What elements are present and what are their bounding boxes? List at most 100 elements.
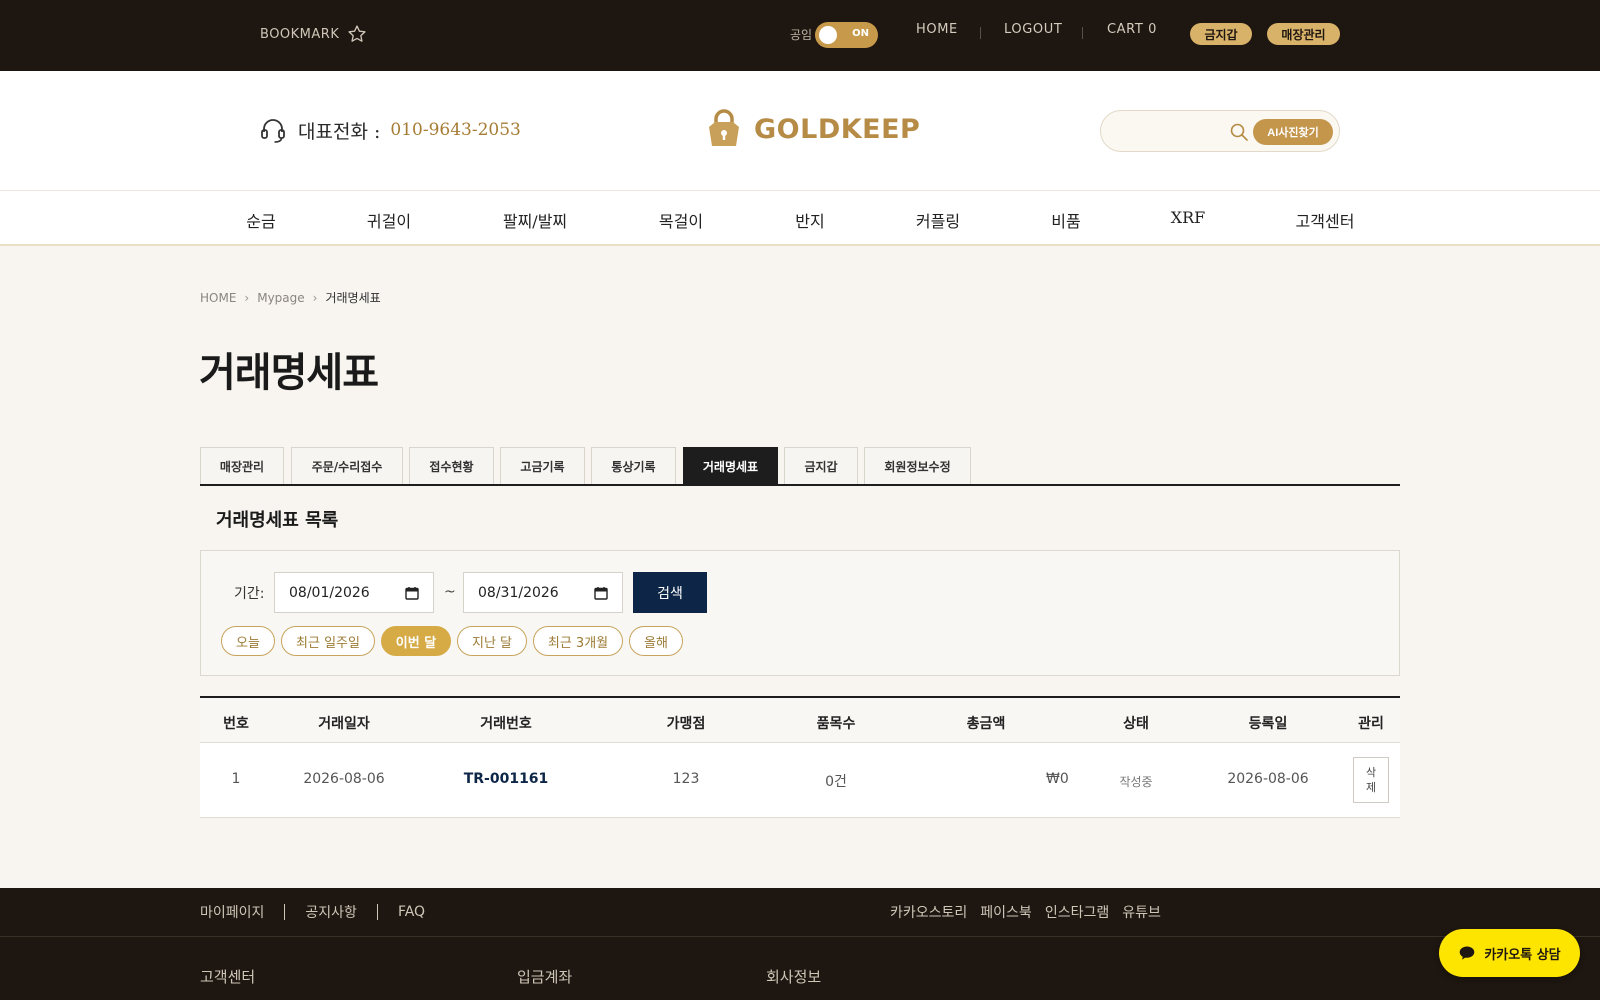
tab-edit-member-info[interactable]: 회원정보수정 <box>864 447 971 484</box>
search-icon[interactable] <box>1229 122 1249 142</box>
labor-toggle[interactable]: ON <box>815 22 878 48</box>
calendar-icon[interactable] <box>594 586 608 600</box>
ai-photo-search-button[interactable]: AI사진찾기 <box>1253 119 1333 145</box>
delete-button[interactable]: 삭제 <box>1353 757 1389 803</box>
social-link-youtube[interactable]: 유튜브 <box>1122 902 1161 922</box>
store-manage-button[interactable]: 매장관리 <box>1267 23 1340 45</box>
nav-item-supplies[interactable]: 비품 <box>1051 208 1080 232</box>
kakao-chat-button[interactable]: 카카오톡 상담 <box>1439 929 1580 977</box>
date-to-input[interactable]: 08/31/2026 <box>463 572 623 613</box>
breadcrumb-mypage[interactable]: Mypage <box>257 291 304 305</box>
tab-order-repair[interactable]: 주문/수리접수 <box>291 447 403 484</box>
cell-registered: 2026-08-06 <box>1227 771 1309 787</box>
date-range-separator: ~ <box>444 584 456 600</box>
phone-info: 대표전화 : 010-9643-2053 <box>258 115 521 145</box>
tab-store-manage[interactable]: 매장관리 <box>200 447 284 484</box>
col-header-tx-no: 거래번호 <box>480 716 532 732</box>
cell-total: ₩0 <box>1046 771 1069 787</box>
phone-label: 대표전화 : <box>298 120 381 143</box>
social-link-kakaostory[interactable]: 카카오스토리 <box>890 902 967 922</box>
search-button[interactable]: 검색 <box>633 572 707 613</box>
footer-heading-bank-account: 입금계좌 <box>517 968 573 986</box>
divider <box>284 904 286 920</box>
footer-heading-company-info: 회사정보 <box>766 968 822 986</box>
col-header-status: 상태 <box>1123 716 1149 732</box>
chevron-right-icon: › <box>312 290 318 305</box>
cell-items: 0건 <box>825 774 847 790</box>
nav-item-earrings[interactable]: 귀걸이 <box>367 208 411 232</box>
breadcrumb-current: 거래명세표 <box>325 291 381 305</box>
divider <box>980 27 981 39</box>
site-logo[interactable]: GOLDKEEP <box>702 107 920 151</box>
tab-general-record[interactable]: 통상기록 <box>591 447 676 484</box>
star-icon <box>348 25 366 42</box>
social-links: 카카오스토리 페이스북 인스타그램 유튜브 <box>890 902 1161 922</box>
cell-status: 작성중 <box>1119 775 1153 789</box>
nav-item-xrf[interactable]: XRF <box>1171 208 1206 227</box>
nav-home-link[interactable]: HOME <box>916 22 958 37</box>
footer-heading-customer-center: 고객센터 <box>200 968 256 986</box>
nav-item-couple-rings[interactable]: 커플링 <box>916 208 960 232</box>
toggle-knob <box>819 26 837 44</box>
bookmark-link[interactable]: BOOKMARK <box>260 24 367 44</box>
range-this-month-chip[interactable]: 이번 달 <box>381 626 451 656</box>
cell-date: 2026-08-06 <box>303 771 385 787</box>
social-link-facebook[interactable]: 페이스북 <box>980 902 1032 922</box>
table-row[interactable]: 1 2026-08-06 TR-001161 123 0건 ₩0 작성중 202… <box>200 743 1400 818</box>
nav-item-bracelets[interactable]: 팔찌/발찌 <box>503 208 567 232</box>
logo-text: GOLDKEEP <box>754 113 921 145</box>
tab-reception-status[interactable]: 접수현황 <box>409 447 494 484</box>
breadcrumb-home[interactable]: HOME <box>200 291 236 305</box>
search-box: AI사진찾기 <box>1100 110 1340 152</box>
footer-divider <box>0 936 1600 937</box>
footer-link-faq[interactable]: FAQ <box>398 904 425 920</box>
toggle-state: ON <box>852 28 869 39</box>
date-filter-panel: 기간: 08/01/2026 ~ 08/31/2026 검색 오늘 최근 일주일… <box>200 550 1400 676</box>
headset-icon <box>261 119 285 143</box>
footer-link-notice[interactable]: 공지사항 <box>305 902 357 922</box>
social-link-instagram[interactable]: 인스타그램 <box>1045 902 1109 922</box>
tab-old-gold-record[interactable]: 고금기록 <box>500 447 585 484</box>
chat-bubble-icon <box>1460 946 1475 960</box>
bookmark-label: BOOKMARK <box>260 26 340 42</box>
page-title: 거래명세표 <box>199 350 379 396</box>
calendar-icon[interactable] <box>405 586 419 600</box>
divider <box>1082 27 1083 39</box>
phone-number: 010-9643-2053 <box>390 120 521 140</box>
divider <box>376 904 378 920</box>
breadcrumb: HOME › Mypage › 거래명세표 <box>200 289 381 306</box>
nav-item-customer-center[interactable]: 고객센터 <box>1296 208 1355 232</box>
search-input[interactable] <box>1115 121 1225 143</box>
period-label: 기간: <box>234 586 265 602</box>
col-header-store: 가맹점 <box>666 716 706 732</box>
range-this-year-chip[interactable]: 올해 <box>629 626 683 656</box>
range-3-months-chip[interactable]: 최근 3개월 <box>533 626 623 656</box>
range-last-month-chip[interactable]: 지난 달 <box>457 626 527 656</box>
lock-bag-logo-icon <box>709 109 739 146</box>
footer-link-mypage[interactable]: 마이페이지 <box>200 902 264 922</box>
site-header: 대표전화 : 010-9643-2053 GOLDKEEP AI사진찾기 <box>0 71 1600 191</box>
col-header-date: 거래일자 <box>318 716 370 732</box>
nav-item-pure-gold[interactable]: 순금 <box>246 208 275 232</box>
nav-logout-link[interactable]: LOGOUT <box>1004 22 1062 37</box>
date-from-input[interactable]: 08/01/2026 <box>274 572 434 613</box>
range-today-chip[interactable]: 오늘 <box>221 626 275 656</box>
nav-cart-link[interactable]: CART 0 <box>1107 22 1157 37</box>
table-header: 번호 거래일자 거래번호 가맹점 품목수 총금액 상태 등록일 관리 <box>200 696 1400 743</box>
gold-wallet-button[interactable]: 금지갑 <box>1190 23 1252 45</box>
nav-item-rings[interactable]: 반지 <box>795 208 824 232</box>
tab-statement[interactable]: 거래명세표 <box>683 447 778 484</box>
date-to-value: 08/31/2026 <box>478 584 559 601</box>
cell-no: 1 <box>231 771 241 787</box>
nav-item-necklaces[interactable]: 목걸이 <box>659 208 703 232</box>
tab-gold-wallet[interactable]: 금지갑 <box>784 447 858 484</box>
col-header-manage: 관리 <box>1358 716 1384 732</box>
range-last-week-chip[interactable]: 최근 일주일 <box>281 626 375 656</box>
date-from-value: 08/01/2026 <box>289 584 370 601</box>
labor-toggle-label: 공임 <box>790 28 813 42</box>
main-nav: 순금 귀걸이 팔찌/발찌 목걸이 반지 커플링 비품 XRF 고객센터 <box>0 191 1600 246</box>
cell-tx-no-link[interactable]: TR-001161 <box>464 771 549 787</box>
footer-links: 마이페이지 공지사항 FAQ <box>200 902 425 922</box>
delete-label: 삭제 <box>1365 766 1377 794</box>
col-header-total: 총금액 <box>966 716 1006 732</box>
